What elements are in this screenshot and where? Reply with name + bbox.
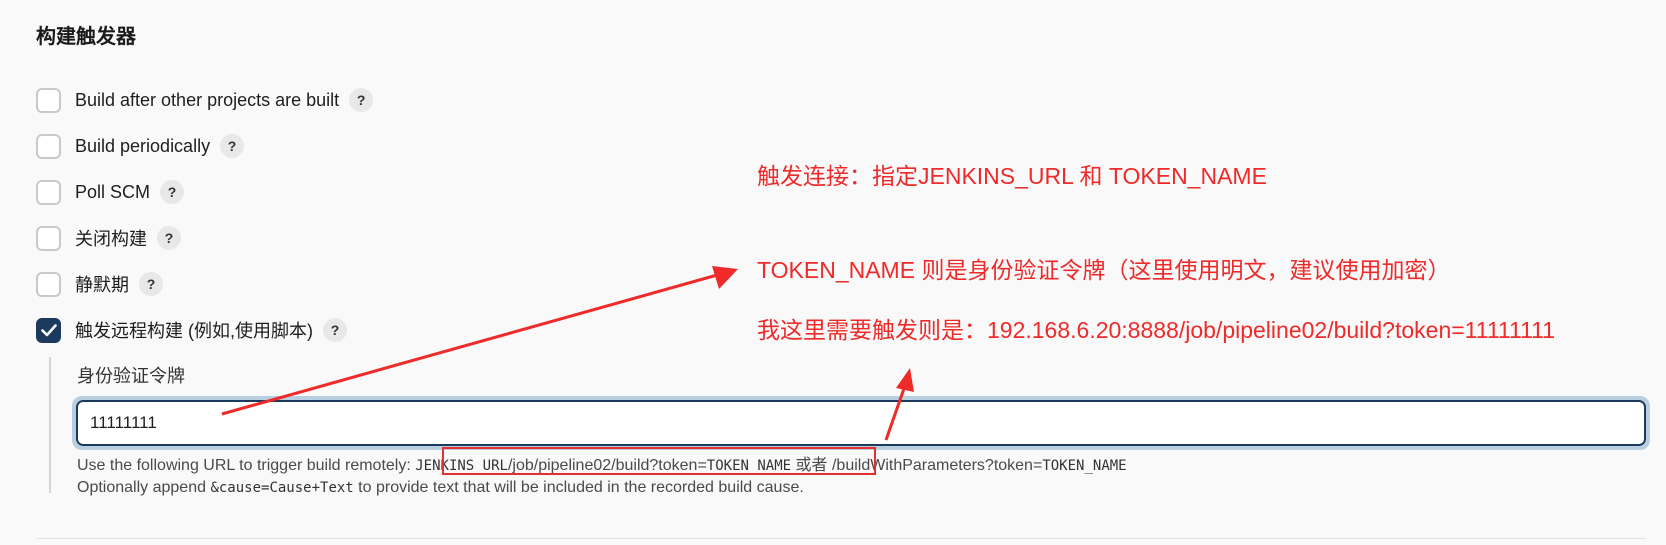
annotation-arrows — [221, 266, 914, 441]
arrow-icon — [712, 266, 738, 289]
arrow-icon — [896, 368, 914, 392]
arrow-icon — [221, 268, 736, 416]
